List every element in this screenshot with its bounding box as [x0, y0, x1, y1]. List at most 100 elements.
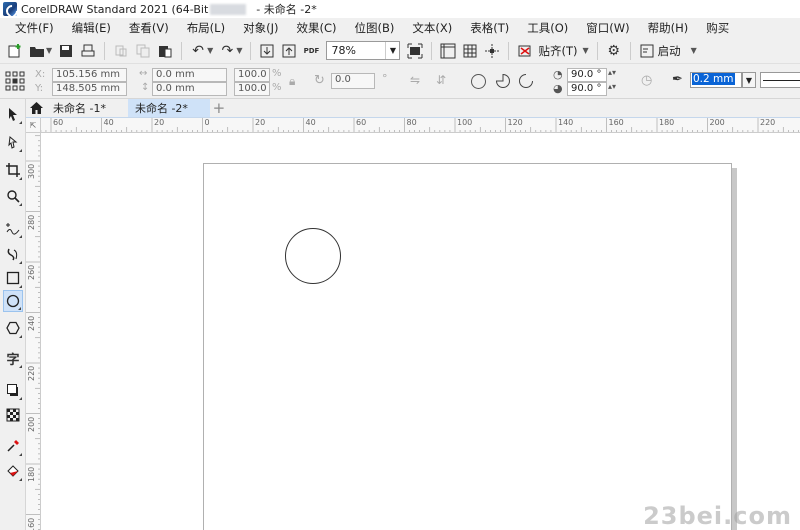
shape-tool-icon[interactable] [3, 131, 23, 153]
menu-bitmaps[interactable]: 位图(B) [345, 18, 403, 38]
rectangle-tool-icon[interactable] [3, 267, 23, 289]
end-angle-icon: ◕ [553, 82, 563, 95]
end-angle-field[interactable]: 90.0 ° [567, 82, 607, 96]
transparency-tool-icon[interactable] [3, 404, 23, 426]
menu-buy[interactable]: 购买 [697, 18, 738, 38]
ruler-label: 180 [27, 466, 36, 482]
start-angle-field[interactable]: 90.0 ° [567, 68, 607, 82]
copy-icon[interactable] [132, 40, 154, 62]
ruler-label: 280 [27, 214, 36, 230]
spin-arrows-icon[interactable]: ▴▾ [608, 68, 616, 77]
show-rulers-icon[interactable] [437, 40, 459, 62]
chevron-down-icon[interactable]: ▼ [582, 46, 588, 55]
ruler-label: 60 [53, 118, 64, 127]
menu-edit[interactable]: 编辑(E) [63, 18, 120, 38]
separator [104, 41, 106, 60]
pick-tool-icon[interactable] [3, 103, 23, 125]
launch-button[interactable]: 启动 [636, 43, 685, 59]
menu-file[interactable]: 文件(F) [6, 18, 63, 38]
zoom-level-select[interactable]: 78% ▼ [326, 41, 401, 60]
tab-document-1[interactable]: 未命名 -1* [46, 99, 128, 117]
redo-icon[interactable]: ↷ [216, 40, 238, 62]
show-grid-icon[interactable] [459, 40, 481, 62]
circle-shape[interactable] [285, 228, 341, 284]
eyedropper-tool-icon[interactable] [3, 435, 23, 457]
menu-table[interactable]: 表格(T) [461, 18, 518, 38]
crop-tool-icon[interactable] [3, 159, 23, 181]
width-field[interactable]: 0.0 mm [152, 68, 227, 82]
publish-pdf-icon[interactable]: PDF [300, 40, 322, 62]
outline-width-field[interactable]: 0.2 mm [690, 72, 742, 88]
height-field[interactable]: 0.0 mm [152, 82, 227, 96]
scale-y-field[interactable]: 100.0 [234, 82, 270, 96]
show-guidelines-icon[interactable] [481, 40, 503, 62]
snap-to-button[interactable]: 贴齐(T) [536, 43, 579, 59]
chevron-down-icon[interactable]: ▼ [236, 46, 242, 55]
options-gear-icon[interactable]: ⚙ [603, 40, 625, 62]
height-icon: ↕ [141, 82, 150, 93]
line-style-select[interactable] [760, 72, 800, 88]
tab-document-2[interactable]: 未命名 -2* [127, 99, 210, 117]
width-icon: ↔ [139, 68, 148, 79]
cut-icon[interactable] [110, 40, 132, 62]
chevron-down-icon[interactable]: ▼ [46, 46, 52, 55]
ruler-label: 220 [27, 365, 36, 381]
undo-icon[interactable]: ↶ [187, 40, 209, 62]
lock-ratio-icon[interactable]: 🔒︎ [289, 74, 295, 89]
vertical-ruler[interactable]: 300 280 260 240 220 200 180 160 [26, 133, 41, 530]
separator [181, 41, 183, 60]
document-page[interactable] [203, 163, 732, 530]
rotation-angle-field[interactable]: 0.0 [331, 73, 375, 89]
open-folder-icon[interactable] [26, 40, 48, 62]
chevron-down-icon[interactable]: ▼ [742, 72, 756, 88]
ruler-origin-icon[interactable]: ⇱ [26, 118, 41, 133]
arc-icon[interactable] [518, 73, 534, 92]
snap-off-icon[interactable] [514, 40, 536, 62]
import-icon[interactable] [256, 40, 278, 62]
home-tab[interactable] [26, 99, 46, 117]
new-document-icon[interactable] [4, 40, 26, 62]
paste-icon[interactable] [154, 40, 176, 62]
artistic-media-tool-icon[interactable] [3, 243, 23, 265]
ellipse-tool-icon[interactable] [3, 290, 23, 312]
menu-help[interactable]: 帮助(H) [639, 18, 698, 38]
menu-text[interactable]: 文本(X) [403, 18, 461, 38]
toolbox: 字 [0, 99, 26, 530]
menu-object[interactable]: 对象(J) [234, 18, 287, 38]
spin-arrows-icon[interactable]: ▴▾ [608, 82, 616, 91]
polygon-tool-icon[interactable] [3, 317, 23, 339]
menu-layout[interactable]: 布局(L) [178, 18, 234, 38]
freehand-tool-icon[interactable] [3, 217, 23, 239]
save-icon[interactable] [55, 40, 77, 62]
mirror-vertical-icon[interactable]: ⇵ [436, 73, 446, 87]
blurred-text [210, 3, 247, 15]
ellipse-icon[interactable] [471, 74, 486, 89]
chevron-down-icon[interactable]: ▼ [691, 46, 697, 55]
text-tool-icon[interactable]: 字 [3, 347, 23, 369]
title-bar: CorelDRAW Standard 2021 (64-Bit - 未命名 -2… [0, 0, 800, 18]
scale-x-field[interactable]: 100.0 [234, 68, 270, 82]
menu-view[interactable]: 查看(V) [120, 18, 178, 38]
chevron-down-icon[interactable]: ▼ [385, 42, 399, 59]
horizontal-ruler[interactable]: 60 40 20 0 20 40 60 80 100 120 140 160 180 200 220 [26, 118, 800, 133]
menu-tools[interactable]: 工具(O) [518, 18, 577, 38]
menu-window[interactable]: 窗口(W) [577, 18, 638, 38]
zoom-tool-icon[interactable] [3, 185, 23, 207]
add-tab-icon[interactable]: + [210, 99, 228, 117]
drawing-canvas[interactable] [41, 133, 800, 530]
y-position-field[interactable]: 148.505 mm [52, 82, 127, 96]
drop-shadow-tool-icon[interactable] [3, 379, 23, 401]
export-icon[interactable] [278, 40, 300, 62]
chevron-down-icon[interactable]: ▼ [207, 46, 213, 55]
menu-effects[interactable]: 效果(C) [287, 18, 345, 38]
pie-icon[interactable] [495, 73, 511, 92]
launch-label: 启动 [657, 43, 681, 58]
object-origin-icon[interactable] [5, 71, 25, 94]
full-screen-icon[interactable] [404, 40, 426, 62]
home-icon [29, 102, 43, 114]
print-icon[interactable] [77, 40, 99, 62]
mirror-horizontal-icon[interactable]: ⇋ [410, 73, 420, 87]
x-position-field[interactable]: 105.156 mm [52, 68, 127, 82]
direction-icon[interactable]: ◷ [641, 73, 652, 88]
interactive-fill-tool-icon[interactable] [3, 460, 23, 482]
